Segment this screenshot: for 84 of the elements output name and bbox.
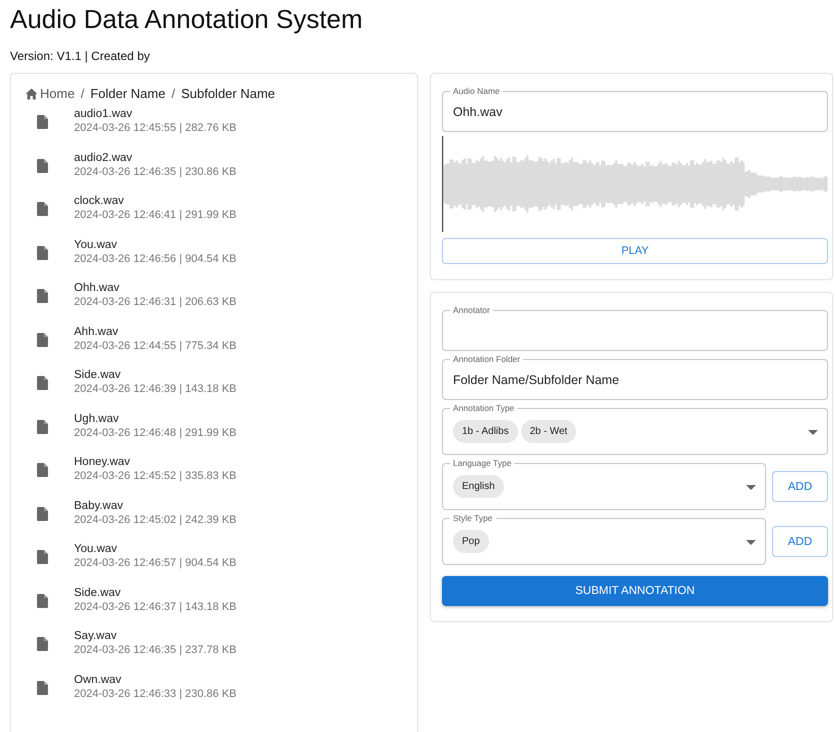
dropdown-caret-icon bbox=[746, 485, 756, 490]
add-button[interactable]: ADD bbox=[772, 471, 828, 502]
file-icon bbox=[37, 376, 48, 390]
file-list-item[interactable]: Ohh.wav 2024-03-26 12:46:31 | 206.63 KB bbox=[25, 281, 236, 324]
file-list-item[interactable]: audio1.wav 2024-03-26 12:45:55 | 282.76 KB bbox=[25, 107, 236, 150]
file-name: Honey.wav bbox=[74, 455, 132, 469]
file-name: You.wav bbox=[74, 238, 118, 252]
file-list-item[interactable]: Baby.wav 2024-03-26 12:45:02 | 242.39 KB bbox=[25, 498, 236, 542]
file-list-item[interactable]: You.wav 2024-03-26 12:46:57 | 904.54 KB bbox=[25, 542, 236, 586]
breadcrumb-link[interactable]: Subfolder Name bbox=[181, 86, 276, 101]
file-icon bbox=[37, 680, 48, 694]
file-list-item[interactable]: audio2.wav 2024-03-26 12:46:35 | 230.86 KB bbox=[25, 150, 236, 194]
file-name: Ohh.wav bbox=[74, 281, 120, 295]
file-list-item[interactable]: Own.wav 2024-03-26 12:46:33 | 230.86 KB bbox=[25, 672, 236, 716]
field-label: Style Type bbox=[450, 513, 496, 524]
file-icon bbox=[37, 463, 48, 477]
file-icon bbox=[37, 506, 48, 520]
file-name: Side.wav bbox=[74, 368, 122, 382]
file-list-item[interactable]: Say.wav 2024-03-26 12:46:35 | 237.78 KB bbox=[25, 629, 236, 672]
breadcrumb-separator: / bbox=[171, 86, 176, 101]
file-icon bbox=[37, 594, 48, 608]
page-title: Audio Data Annotation System bbox=[10, 3, 363, 34]
file-icon bbox=[37, 550, 48, 564]
home-icon bbox=[25, 88, 38, 100]
home-link[interactable]: Home bbox=[25, 86, 75, 101]
file-list-item[interactable]: clock.wav 2024-03-26 12:46:41 | 291.99 KB bbox=[25, 194, 236, 238]
file-icon bbox=[37, 420, 48, 434]
file-list-item[interactable]: Side.wav 2024-03-26 12:46:39 | 143.18 KB bbox=[25, 368, 236, 412]
file-name: Ugh.wav bbox=[74, 412, 120, 426]
file-name: Say.wav bbox=[74, 629, 118, 643]
chip[interactable]: 1b - Adlibs bbox=[453, 420, 518, 443]
file-meta: 2024-03-26 12:46:37 | 143.18 KB bbox=[74, 600, 236, 614]
field-value: Ohh.wav bbox=[453, 104, 502, 118]
file-icon bbox=[37, 332, 48, 346]
file-name: audio1.wav bbox=[74, 107, 134, 121]
play-button[interactable]: PLAY bbox=[442, 238, 828, 264]
add-button[interactable]: ADD bbox=[772, 526, 828, 557]
file-meta: 2024-03-26 12:46:33 | 230.86 KB bbox=[74, 686, 236, 702]
file-name: Own.wav bbox=[74, 672, 122, 686]
field-label: Annotation Type bbox=[450, 403, 518, 414]
file-meta: 2024-03-26 12:45:55 | 282.76 KB bbox=[74, 121, 236, 136]
file-meta: 2024-03-26 12:46:35 | 237.78 KB bbox=[74, 643, 236, 658]
file-name: Side.wav bbox=[74, 586, 122, 600]
file-name: clock.wav bbox=[74, 194, 125, 208]
field-value: Folder Name/Subfolder Name bbox=[453, 372, 620, 386]
file-name: audio2.wav bbox=[74, 150, 134, 164]
file-meta: 2024-03-26 12:45:52 | 335.83 KB bbox=[74, 469, 236, 484]
file-icon bbox=[37, 246, 48, 260]
file-meta: 2024-03-26 12:46:35 | 230.86 KB bbox=[74, 164, 236, 180]
file-meta: 2024-03-26 12:46:48 | 291.99 KB bbox=[74, 426, 236, 440]
chip[interactable]: 2b - Wet bbox=[520, 420, 576, 443]
waveform-drawing[interactable] bbox=[442, 136, 828, 232]
field-label: Audio Name bbox=[450, 86, 503, 97]
file-meta: 2024-03-26 12:45:02 | 242.39 KB bbox=[74, 512, 236, 528]
file-list-item[interactable]: Ugh.wav 2024-03-26 12:46:48 | 291.99 KB bbox=[25, 412, 236, 455]
file-meta: 2024-03-26 12:46:31 | 206.63 KB bbox=[74, 295, 236, 310]
file-name: Ahh.wav bbox=[74, 324, 120, 338]
field-label: Annotator bbox=[450, 305, 493, 316]
breadcrumb-separator: / bbox=[80, 86, 84, 101]
file-list-item[interactable]: Ahh.wav 2024-03-26 12:44:55 | 775.34 KB bbox=[25, 324, 236, 368]
field-label: Annotation Folder bbox=[450, 354, 524, 365]
file-list-item[interactable]: Honey.wav 2024-03-26 12:45:52 | 335.83 KB bbox=[25, 455, 236, 498]
file-icon bbox=[37, 289, 48, 303]
file-icon bbox=[37, 158, 48, 172]
dropdown-caret-icon bbox=[746, 540, 756, 545]
breadcrumb-link[interactable]: Folder Name bbox=[90, 86, 166, 101]
file-list-item[interactable]: You.wav 2024-03-26 12:46:56 | 904.54 KB bbox=[25, 238, 236, 281]
dropdown-caret-icon bbox=[808, 430, 818, 435]
chip[interactable]: English bbox=[453, 475, 504, 498]
file-meta: 2024-03-26 12:46:56 | 904.54 KB bbox=[74, 252, 236, 266]
file-icon bbox=[37, 637, 48, 651]
file-list-item[interactable]: Side.wav 2024-03-26 12:46:37 | 143.18 KB bbox=[25, 586, 236, 629]
file-meta: 2024-03-26 12:44:55 | 775.34 KB bbox=[74, 338, 236, 354]
submit-button[interactable]: SUBMIT ANNOTATION bbox=[442, 576, 828, 606]
file-meta: 2024-03-26 12:46:39 | 143.18 KB bbox=[74, 382, 236, 397]
chip[interactable]: Pop bbox=[453, 530, 489, 553]
file-name: Baby.wav bbox=[74, 498, 124, 512]
file-meta: 2024-03-26 12:46:57 | 904.54 KB bbox=[74, 556, 236, 571]
version-text: Version: V1.1 | Created by bbox=[10, 49, 150, 63]
field-label: Language Type bbox=[450, 458, 514, 469]
file-icon bbox=[37, 202, 48, 216]
file-meta: 2024-03-26 12:46:41 | 291.99 KB bbox=[74, 208, 236, 223]
file-icon bbox=[37, 115, 48, 129]
file-name: You.wav bbox=[74, 542, 118, 556]
